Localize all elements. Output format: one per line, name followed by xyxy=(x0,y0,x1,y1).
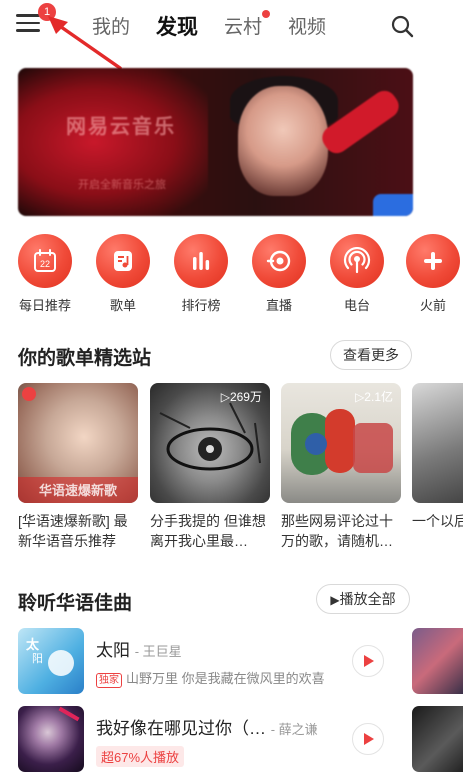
play-icon xyxy=(364,655,374,667)
banner-subline: 开启全新音乐之旅 xyxy=(78,179,166,191)
exclusive-tag: 独家 xyxy=(96,673,122,688)
song-meta: 超67%人播放 xyxy=(96,746,185,767)
song-title: 太阳 - 王巨星 xyxy=(96,636,182,661)
section-title-playlists: 你的歌单精选站 xyxy=(18,348,152,369)
play-count: ▷2.1亿 xyxy=(355,390,393,404)
tab-video[interactable]: 视频 xyxy=(288,12,326,41)
play-count: ▷269万 xyxy=(220,390,262,404)
playlist-card-partial[interactable]: 一个以后 xyxy=(412,383,463,553)
song-cover: 太 阳 xyxy=(18,628,84,694)
promo-banner[interactable]: 网易云音乐 开启全新音乐之旅 xyxy=(18,68,413,216)
song-row[interactable]: 太 阳 太阳 - 王巨星 独家 山野万里 你是我藏在微风里的欢喜 xyxy=(18,628,410,696)
quick-fire[interactable]: 火前 xyxy=(398,234,463,314)
tab-village-label: 云村 xyxy=(224,17,263,38)
song-name-text: 我好像在哪见过你（… xyxy=(96,719,266,738)
tab-village[interactable]: 云村 xyxy=(224,10,271,41)
quick-radio[interactable]: 电台 xyxy=(322,234,392,314)
playlist-title: [华语速爆新歌] 最新华语音乐推荐 xyxy=(18,513,128,549)
quick-charts[interactable]: 排行榜 xyxy=(166,234,236,314)
song-row[interactable]: 我好像在哪见过你（… - 薛之谦 超67%人播放 xyxy=(18,706,410,774)
chart-bars-icon xyxy=(174,234,228,288)
tab-discover[interactable]: 发现 xyxy=(156,11,198,41)
song-cover-partial[interactable] xyxy=(412,628,463,694)
playlist-title: 分手我提的 但谁想离开我心里最… xyxy=(150,513,266,549)
playlist-card[interactable]: ▷269万 分手我提的 但谁想离开我心里最… xyxy=(150,383,270,551)
play-button[interactable] xyxy=(352,723,384,755)
live-icon xyxy=(252,234,306,288)
song-name-text: 太阳 xyxy=(96,641,130,660)
play-button[interactable] xyxy=(352,645,384,677)
playlist-title: 一个以后 xyxy=(412,513,463,529)
playlist-cover: ▷269万 xyxy=(150,383,270,503)
playlist-card[interactable]: ▷2.1亿 那些网易评论过十万的歌，请随机… xyxy=(281,383,401,551)
playlist-cover: ▷2.1亿 xyxy=(281,383,401,503)
playlist-card[interactable]: 华语速爆新歌 [华语速爆新歌] 最新华语音乐推荐 xyxy=(18,383,138,551)
play-icon: ▶ xyxy=(330,593,340,607)
calendar-day: 22 xyxy=(40,259,50,269)
top-nav: 1 我的 发现 云村 视频 xyxy=(0,0,463,50)
banner-bg xyxy=(18,68,208,216)
quick-label: 直播 xyxy=(265,298,292,313)
song-artist: - 薛之谦 xyxy=(270,722,318,737)
section-title-songs: 聆听华语佳曲 xyxy=(18,593,133,614)
menu-icon[interactable] xyxy=(16,14,40,34)
song-cover xyxy=(18,706,84,772)
notification-dot xyxy=(262,10,271,18)
quick-playlist[interactable]: 歌单 xyxy=(88,234,158,314)
tab-bar: 我的 发现 云村 视频 xyxy=(92,10,352,41)
song-desc: 山野万里 你是我藏在微风里的欢喜 xyxy=(126,671,325,686)
playlist-cover xyxy=(412,383,463,503)
quick-label: 每日推荐 xyxy=(18,298,71,313)
quick-live[interactable]: 直播 xyxy=(244,234,314,314)
song-cover-partial[interactable] xyxy=(412,706,463,772)
netease-logo-icon xyxy=(22,387,36,401)
playlist-cover-text: 华语速爆新歌 xyxy=(38,483,117,498)
quick-entry-row: 22 每日推荐 歌单 排行榜 直播 电台 火前 xyxy=(0,234,463,314)
quick-daily[interactable]: 22 每日推荐 xyxy=(10,234,80,314)
hot-badge: 超67%人播放 xyxy=(96,746,185,767)
play-all-button[interactable]: ▶播放全部 xyxy=(316,584,410,614)
song-artist: - 王巨星 xyxy=(134,644,182,659)
menu-badge: 1 xyxy=(38,3,56,21)
playlist-cover: 华语速爆新歌 xyxy=(18,383,138,503)
banner-figure xyxy=(238,86,328,196)
song-meta: 独家 山野万里 你是我藏在微风里的欢喜 xyxy=(96,668,325,688)
banner-headline: 网易云音乐 xyxy=(66,116,176,138)
playlist-title: 那些网易评论过十万的歌，请随机… xyxy=(281,513,393,549)
calendar-icon: 22 xyxy=(18,234,72,288)
song-title: 我好像在哪见过你（… - 薛之谦 xyxy=(96,714,318,739)
tab-mine[interactable]: 我的 xyxy=(92,12,130,41)
see-more-button[interactable]: 查看更多 xyxy=(330,340,412,370)
banner-badge xyxy=(373,194,413,216)
radio-icon xyxy=(330,234,384,288)
quick-label: 火前 xyxy=(419,298,446,313)
playlist-icon xyxy=(96,234,150,288)
quick-label: 歌单 xyxy=(109,298,136,313)
quick-label: 电台 xyxy=(343,298,370,313)
search-icon[interactable] xyxy=(390,14,414,38)
play-icon xyxy=(364,733,374,745)
play-all-label: 播放全部 xyxy=(339,591,396,607)
fire-icon xyxy=(406,234,460,288)
quick-label: 排行榜 xyxy=(181,298,221,313)
